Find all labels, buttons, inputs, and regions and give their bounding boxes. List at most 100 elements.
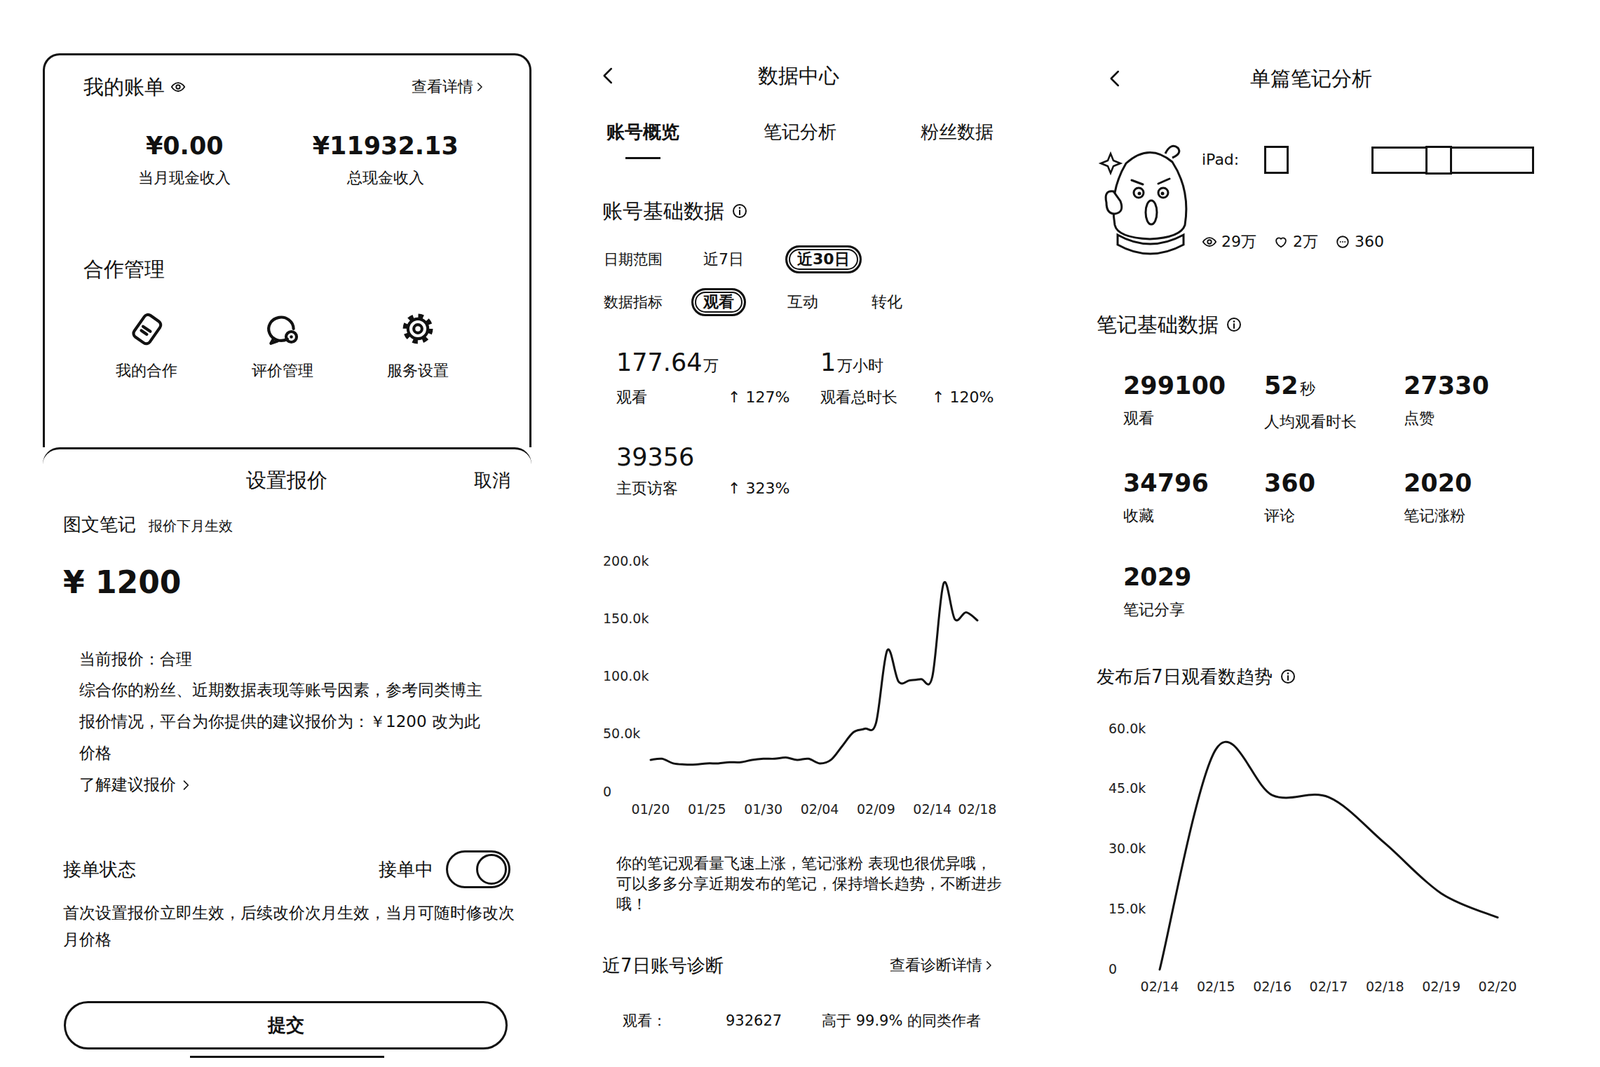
info-icon[interactable] <box>731 202 749 220</box>
section-header: 发布后7日观看数趋势 <box>1096 663 1526 690</box>
cooperation-action[interactable]: 评价管理 <box>214 311 351 382</box>
action-label[interactable]: 我的合作 <box>115 360 178 382</box>
tab-label[interactable]: 粉丝数据 <box>920 119 994 145</box>
chevron-right-icon[interactable] <box>178 778 193 793</box>
back-chevron-icon[interactable] <box>598 65 620 87</box>
note-info: iPad:29万2万360 <box>1201 132 1535 261</box>
metric-value-row: 1万小时 <box>820 347 1025 382</box>
x-axis-tick: 02/18 <box>958 801 998 817</box>
redacted-box <box>1264 145 1289 174</box>
diagnosis-link[interactable]: 查看诊断详情 <box>889 954 995 976</box>
metric-card: 34796收藏 <box>1123 467 1265 527</box>
tab[interactable]: 账号概览 <box>606 119 680 160</box>
tab[interactable]: 笔记分析 <box>763 119 837 160</box>
metric-card: 1万小时观看总时长↑ 120% <box>820 347 1025 409</box>
cooperation-card-icon[interactable] <box>129 311 165 347</box>
diagnosis-link-text[interactable]: 查看诊断详情 <box>889 954 983 976</box>
review-bubble-icon[interactable] <box>265 311 301 347</box>
sheet-header: 设置报价取消 <box>63 466 511 495</box>
note-count: 29万 <box>1201 231 1257 253</box>
note-count: 2万 <box>1273 231 1319 253</box>
y-axis-tick: 30.0k <box>1108 840 1146 857</box>
info-icon[interactable] <box>1225 316 1243 334</box>
account-metrics: 177.64万观看↑ 127%1万小时观看总时长↑ 120%39356主页访客↑… <box>591 347 1006 500</box>
x-axis-tick: 02/20 <box>1478 978 1518 995</box>
submit-button[interactable]: 提交 <box>63 1001 508 1050</box>
redacted-box <box>1371 146 1535 174</box>
metric-change: ↑ 323% <box>727 478 821 500</box>
option-label[interactable]: 转化 <box>871 291 903 313</box>
metric-value-row: 360 <box>1264 467 1404 499</box>
price-input[interactable]: ¥ 1200 <box>63 563 511 602</box>
income-label: 总现金收入 <box>285 167 487 189</box>
filter-option[interactable]: 近7日 <box>691 245 756 274</box>
note-type: 图文笔记 <box>63 511 137 538</box>
bill-title: 我的账单 <box>83 72 165 101</box>
income-stats: ¥0.00当月现金收入¥11932.13总现金收入 <box>84 130 486 189</box>
metric-card: 2020笔记涨粉 <box>1403 467 1523 527</box>
action-label[interactable]: 评价管理 <box>251 360 314 382</box>
metric-card: 52秒人均观看时长 <box>1264 370 1404 433</box>
action-label[interactable]: 服务设置 <box>387 360 449 382</box>
cooperation-action[interactable]: 我的合作 <box>78 311 215 382</box>
gear-icon[interactable] <box>400 311 436 347</box>
order-status-row: 接单状态接单中 <box>63 849 511 890</box>
learn-link-text[interactable]: 了解建议报价 <box>79 769 176 801</box>
page-title: 单篇笔记分析 <box>1138 64 1484 93</box>
bill-title-group: 我的账单 <box>83 72 186 101</box>
option-label[interactable]: 观看 <box>703 291 735 313</box>
detail-link-text[interactable]: 查看详情 <box>411 76 474 98</box>
x-axis-tick: 01/30 <box>743 801 783 817</box>
income-stat: ¥0.00当月现金收入 <box>84 130 286 189</box>
income-stat: ¥11932.13总现金收入 <box>285 130 487 189</box>
chevron-right-icon[interactable] <box>982 959 995 972</box>
trend-line-chart: 60.0k45.0k30.0k15.0k002/1402/1502/1602/1… <box>1107 708 1525 1004</box>
tab-label[interactable]: 笔记分析 <box>763 119 837 145</box>
back-button[interactable] <box>591 65 634 87</box>
back-chevron-icon[interactable] <box>1104 68 1127 90</box>
filter-option[interactable]: 互动 <box>775 288 831 317</box>
back-button[interactable] <box>1096 68 1139 90</box>
filter-option[interactable]: 转化 <box>859 288 915 317</box>
option-label[interactable]: 近7日 <box>703 248 744 270</box>
learn-price-link[interactable]: 了解建议报价 <box>79 769 193 801</box>
note-metrics: 299100观看52秒人均观看时长27330点赞34796收藏360评论2020… <box>1096 370 1526 621</box>
note-count-value: 2万 <box>1292 231 1319 253</box>
quote-sheet: 设置报价取消图文笔记报价下月生效¥ 1200当前报价：合理综合你的粉丝、近期数据… <box>42 447 532 1059</box>
note-count-value: 360 <box>1354 231 1385 253</box>
order-toggle[interactable] <box>445 850 511 889</box>
metric-label: 观看 <box>1123 408 1265 430</box>
note-type-hint: 报价下月生效 <box>148 516 233 536</box>
option-label[interactable]: 互动 <box>787 291 819 313</box>
diagnosis-metric: 观看： <box>622 1010 726 1032</box>
metric-label: 笔记分享 <box>1123 599 1265 621</box>
note-cover-image[interactable] <box>1096 132 1202 261</box>
filter-option[interactable]: 观看 <box>691 288 747 317</box>
y-axis-tick: 60.0k <box>1108 720 1146 737</box>
visibility-eye-icon[interactable] <box>170 79 186 95</box>
diagnosis-row: 观看：932627高于 99.9% 的同类作者 <box>591 1010 1006 1032</box>
option-label[interactable]: 近30日 <box>797 248 850 270</box>
tab-label[interactable]: 账号概览 <box>606 119 680 145</box>
heart-icon <box>1273 234 1289 250</box>
metric-label-row: 主页访客↑ 323% <box>616 478 821 500</box>
metric-value-row: 39356 <box>616 441 821 473</box>
chevron-right-icon[interactable] <box>473 80 486 94</box>
metric-value: 1 <box>820 348 836 377</box>
cancel-button[interactable]: 取消 <box>473 467 511 493</box>
metric-change: ↑ 120% <box>931 387 1025 409</box>
cooperation-actions: 我的合作 评价管理 服务设置 <box>78 311 486 382</box>
bill-detail-link[interactable]: 查看详情 <box>411 76 486 98</box>
metric-label: 观看总时长 <box>820 387 932 409</box>
filter-option[interactable]: 近30日 <box>785 245 862 274</box>
series-line <box>650 581 978 765</box>
views-line-chart: 200.0k150.0k100.0k50.0k001/2001/2501/300… <box>601 543 1002 824</box>
cooperation-action[interactable]: 服务设置 <box>349 311 486 382</box>
info-icon[interactable] <box>1279 668 1297 686</box>
note-summary: iPad:29万2万360 <box>1096 132 1526 261</box>
series-line <box>1159 741 1498 970</box>
note-cover[interactable] <box>1096 132 1202 261</box>
x-axis-tick: 02/19 <box>1421 978 1461 995</box>
growth-summary: 你的笔记观看量飞速上涨，笔记涨粉 表现也很优异哦，可以多多分享近期发布的笔记，保… <box>616 853 1002 915</box>
tab[interactable]: 粉丝数据 <box>920 119 994 160</box>
